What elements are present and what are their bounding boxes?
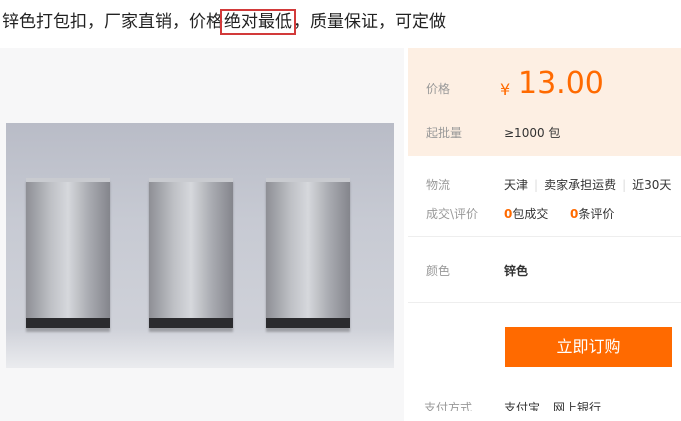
- separator: |: [622, 178, 627, 192]
- divider: [408, 302, 681, 303]
- product-title-prefix: 锌色打包扣，厂家直销，价格: [2, 12, 223, 32]
- payment-row: 支付方式 支付宝 网上银行: [408, 399, 681, 411]
- payment-label: 支付方式: [424, 401, 473, 411]
- zinc-tube-1: [26, 178, 110, 328]
- deals-label: 成交\评价: [426, 207, 479, 221]
- deals-info: 0包成交 0条评价: [504, 205, 614, 222]
- payment-method-bank: 网上银行: [553, 401, 602, 411]
- min-order-value: ≥1000 包: [504, 126, 561, 140]
- payment-method-alipay: 支付宝: [504, 401, 541, 411]
- logistics-label: 物流: [426, 178, 451, 192]
- divider: [408, 236, 681, 237]
- min-order-label: 起批量: [426, 126, 463, 140]
- logistics-delivery: 近30天: [632, 178, 672, 192]
- color-option[interactable]: 锌色: [504, 262, 528, 279]
- color-label: 颜色: [426, 264, 451, 278]
- product-title-suffix: ，质量保证，可定做: [293, 12, 446, 32]
- photo-reflection: [6, 328, 394, 368]
- price-currency: ¥: [500, 80, 511, 99]
- zinc-tube-3: [266, 178, 350, 328]
- buy-now-button[interactable]: 立即订购: [505, 327, 672, 367]
- product-photo[interactable]: [6, 123, 394, 368]
- highlighted-phrase: 绝对最低: [220, 9, 296, 35]
- separator: |: [534, 178, 539, 192]
- zinc-tube-2: [149, 178, 233, 328]
- price-value: 13.00: [518, 66, 604, 101]
- reviews-text[interactable]: 条评价: [578, 207, 614, 221]
- logistics-origin: 天津: [504, 178, 529, 192]
- deals-text[interactable]: 包成交: [512, 207, 548, 221]
- logistics-info: 天津 | 卖家承担运费 | 近30天: [504, 176, 681, 193]
- logistics-shipping: 卖家承担运费: [544, 178, 617, 192]
- product-title: 锌色打包扣，厂家直销，价格绝对最低，质量保证，可定做: [2, 9, 446, 35]
- price-label: 价格: [426, 82, 451, 96]
